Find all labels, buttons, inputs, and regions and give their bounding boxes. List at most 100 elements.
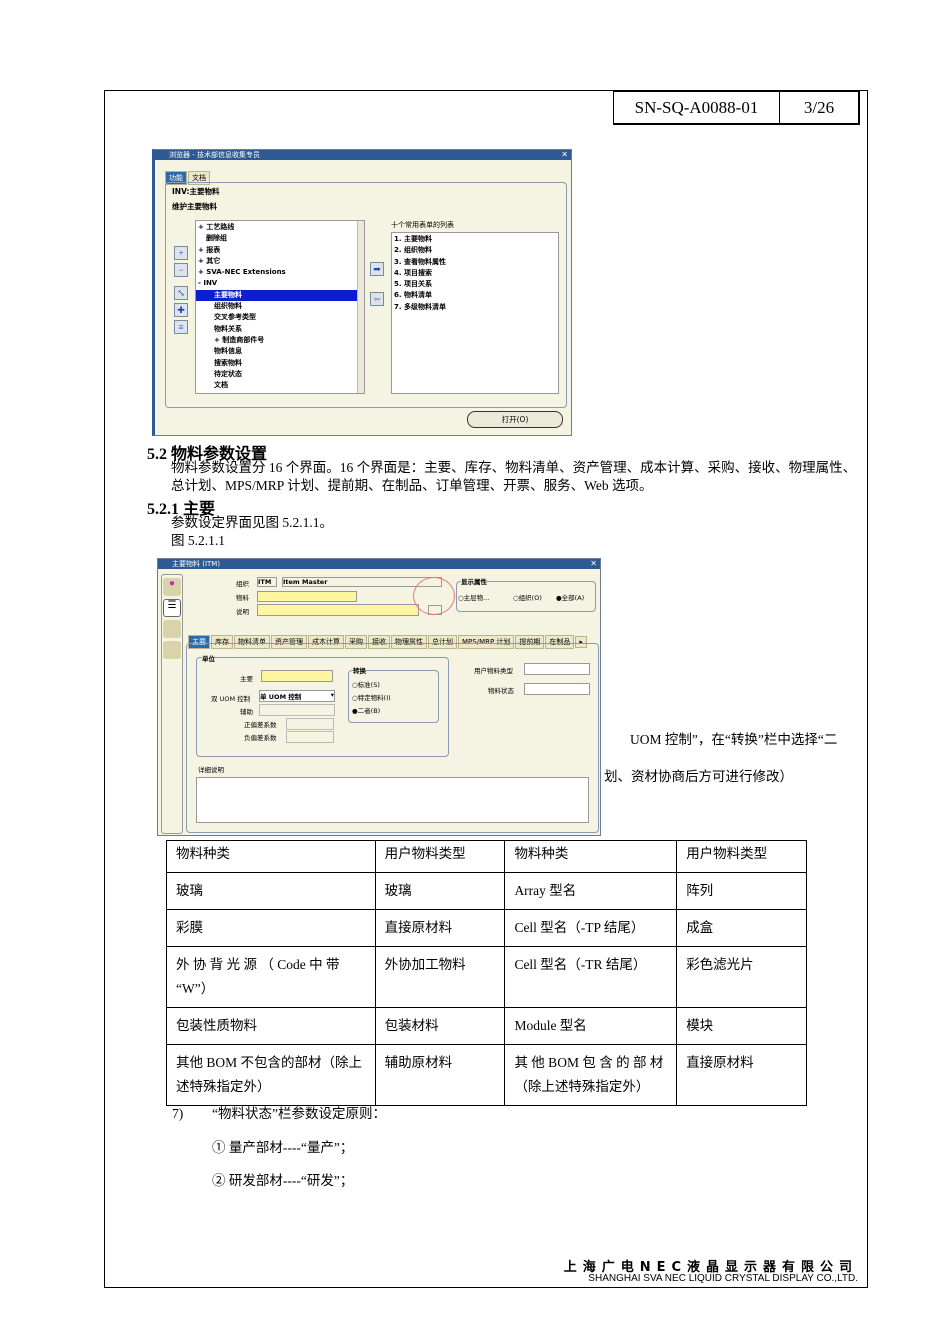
table-cell: Cell 型名（-TR 结尾） (504, 946, 678, 1008)
top-list-item[interactable]: 2. 组织物料 (394, 245, 556, 256)
primary-uom-label: 主要 (240, 675, 253, 683)
dual-uom-select[interactable]: 单 UOM 控制 ▾ (259, 690, 335, 702)
tree-item[interactable]: 搜索物料 (196, 358, 364, 369)
records-icon[interactable] (163, 641, 181, 659)
tree-item[interactable]: + 制造商部件号 (196, 335, 364, 346)
table-cell: 其 他 BOM 包 含 的 部 材（除上述特殊指定外） (504, 1044, 678, 1106)
table-cell: 直接原材料 (676, 1044, 807, 1106)
table-row: 玻璃 玻璃 Array 型名 阵列 (166, 872, 807, 910)
tree-item[interactable]: 交叉参考类型 (196, 312, 364, 323)
tree-item[interactable]: + SVA-NEC Extensions (196, 267, 364, 278)
secondary-uom-label: 辅助 (240, 708, 253, 716)
item-status-input[interactable] (524, 683, 590, 695)
display-attributes-label: 显示属性 (461, 576, 487, 586)
tree-item[interactable]: - INV (196, 278, 364, 289)
negative-deviation-input[interactable] (286, 731, 334, 743)
top-ten-list[interactable]: 1. 主要物料 2. 组织物料 3. 查看物料属性 4. 项目搜索 5. 项目关系 6. … (391, 232, 559, 394)
function-tree[interactable]: + 工艺路线 删除组 + 报表 + 其它 + SVA-NEC Extensions - I… (195, 220, 365, 394)
item-7-number: 7) (172, 1106, 184, 1121)
top-list-item[interactable]: 4. 项目搜索 (394, 268, 556, 279)
radio-org[interactable]: ○组织(O) (513, 592, 542, 602)
table-row: 彩膜 直接原材料 Cell 型名（-TP 结尾） 成盒 (166, 909, 807, 947)
table-cell: Cell 型名（-TP 结尾） (504, 909, 678, 947)
negative-deviation-label: 负偏差系数 (244, 734, 277, 742)
table-cell: 辅助原材料 (374, 1044, 506, 1106)
item-master-window: 主要物料 (ITM) ✕ ● ☰ 组织 ITM Item Master 物料 说… (157, 558, 601, 836)
radio-label: 标准(S) (357, 681, 380, 689)
radio-master-level[interactable]: ○主层物... (458, 592, 489, 602)
user-item-type-input[interactable] (524, 663, 590, 675)
remove-from-list-arrow-icon[interactable]: ⬅ (370, 292, 384, 306)
description-input[interactable] (257, 604, 419, 616)
top-list-label: 十个常用表单的列表 (391, 221, 454, 229)
expand-branch-button[interactable]: ⤡ (174, 286, 188, 300)
table-cell: 外 协 背 光 源 （ Code 中 带 “W”） (166, 946, 376, 1008)
tree-item[interactable]: + 工艺路线 (196, 222, 364, 233)
tree-item[interactable]: 主要物料 (196, 289, 364, 302)
collapse-button[interactable]: − (174, 263, 188, 277)
tree-item[interactable]: 文档 (196, 380, 364, 391)
tree-item[interactable]: + 其它 (196, 256, 364, 267)
secondary-uom-input[interactable] (259, 704, 335, 716)
top-list-item[interactable]: 1. 主要物料 (394, 234, 556, 245)
close-icon[interactable]: ✕ (561, 150, 568, 159)
table-cell: 包装材料 (374, 1007, 506, 1045)
table-cell: 彩膜 (166, 909, 376, 947)
item-input[interactable] (257, 591, 357, 602)
org-label: 组织 (236, 580, 249, 588)
tree-buttons: + − ⤡ ✚ ≡ (174, 246, 188, 334)
top-list-item[interactable]: 6. 物料清单 (394, 290, 556, 301)
top-list-item[interactable]: 5. 项目关系 (394, 279, 556, 290)
table-row: 外 协 背 光 源 （ Code 中 带 “W”） 外协加工物料 Cell 型名（-… (166, 946, 807, 1008)
attachments-icon[interactable] (163, 620, 181, 638)
radio-both[interactable]: ●二者(B) (352, 705, 380, 715)
tree-scrollbar[interactable] (357, 221, 364, 393)
tree-item[interactable]: 物料信息 (196, 346, 364, 357)
tree-item[interactable]: 物料关系 (196, 324, 364, 335)
table-cell: 直接原材料 (374, 909, 506, 947)
radio-label: 主层物... (463, 594, 490, 602)
figure-caption: 图 5.2.1.1 (171, 533, 225, 548)
top-list-item[interactable]: 3. 查看物料属性 (394, 257, 556, 268)
radio-item-specific[interactable]: ○特定物料(I) (352, 692, 391, 702)
table-cell: 成盒 (676, 909, 807, 947)
positive-deviation-label: 正偏差系数 (244, 721, 277, 729)
open-button[interactable]: 打开(O) (467, 411, 563, 428)
expand-all-button[interactable]: ✚ (174, 303, 188, 317)
radio-label: 全部(A) (561, 594, 585, 602)
tree-item[interactable]: 组织物料 (196, 301, 364, 312)
expand-button[interactable]: + (174, 246, 188, 260)
org-code-field: ITM (257, 577, 277, 587)
radio-all[interactable]: ●全部(A) (556, 592, 584, 602)
table-cell: 阵列 (676, 872, 807, 910)
table-cell: 物料种类 (504, 840, 678, 873)
top-list-item[interactable]: 7. 多级物料清单 (394, 302, 556, 313)
folder-icon[interactable]: ● (163, 578, 181, 596)
radio-standard[interactable]: ○标准(S) (352, 679, 380, 689)
table-cell: 模块 (676, 1007, 807, 1045)
collapse-all-button[interactable]: ≡ (174, 320, 188, 334)
chevron-down-icon: ▾ (330, 691, 334, 699)
positive-deviation-input[interactable] (286, 718, 334, 730)
tree-item[interactable]: + 报表 (196, 245, 364, 256)
table-cell: 彩色滤光片 (676, 946, 807, 1008)
dual-uom-value: 单 UOM 控制 (260, 693, 302, 701)
section-5-2-1-text: 参数设定界面见图 5.2.1.1。 (171, 515, 333, 530)
item-status-label: 物料状态 (488, 687, 514, 695)
close-icon[interactable]: ✕ (590, 559, 597, 568)
navigator-window: 浏览器 - 技术部信息收集专员 ✕ 功能 文档 INV:主要物料 维护主要物料 +… (152, 149, 572, 436)
user-item-type-label: 用户物料类型 (474, 667, 513, 675)
table-cell: Array 型名 (504, 872, 678, 910)
page-number: 3/26 (803, 97, 835, 117)
table-row: 其他 BOM 不包含的部材（除上述特殊指定外） 辅助原材料其 他 BOM 包 含 … (166, 1044, 807, 1106)
radio-label: 二者(B) (357, 707, 381, 715)
footer-company-en: SHANGHAI SVA NEC LIQUID CRYSTAL DISPLAY … (588, 1273, 858, 1284)
table-cell: 玻璃 (374, 872, 506, 910)
primary-uom-input[interactable] (261, 670, 333, 682)
list-icon[interactable]: ☰ (163, 599, 181, 617)
doc-number: SN-SQ-A0088-01 (614, 92, 780, 123)
long-description-textarea[interactable] (196, 777, 589, 823)
add-to-list-arrow-icon[interactable]: ➡ (370, 262, 384, 276)
tree-item[interactable]: 删除组 (196, 233, 364, 244)
tree-item[interactable]: 待定状态 (196, 369, 364, 380)
